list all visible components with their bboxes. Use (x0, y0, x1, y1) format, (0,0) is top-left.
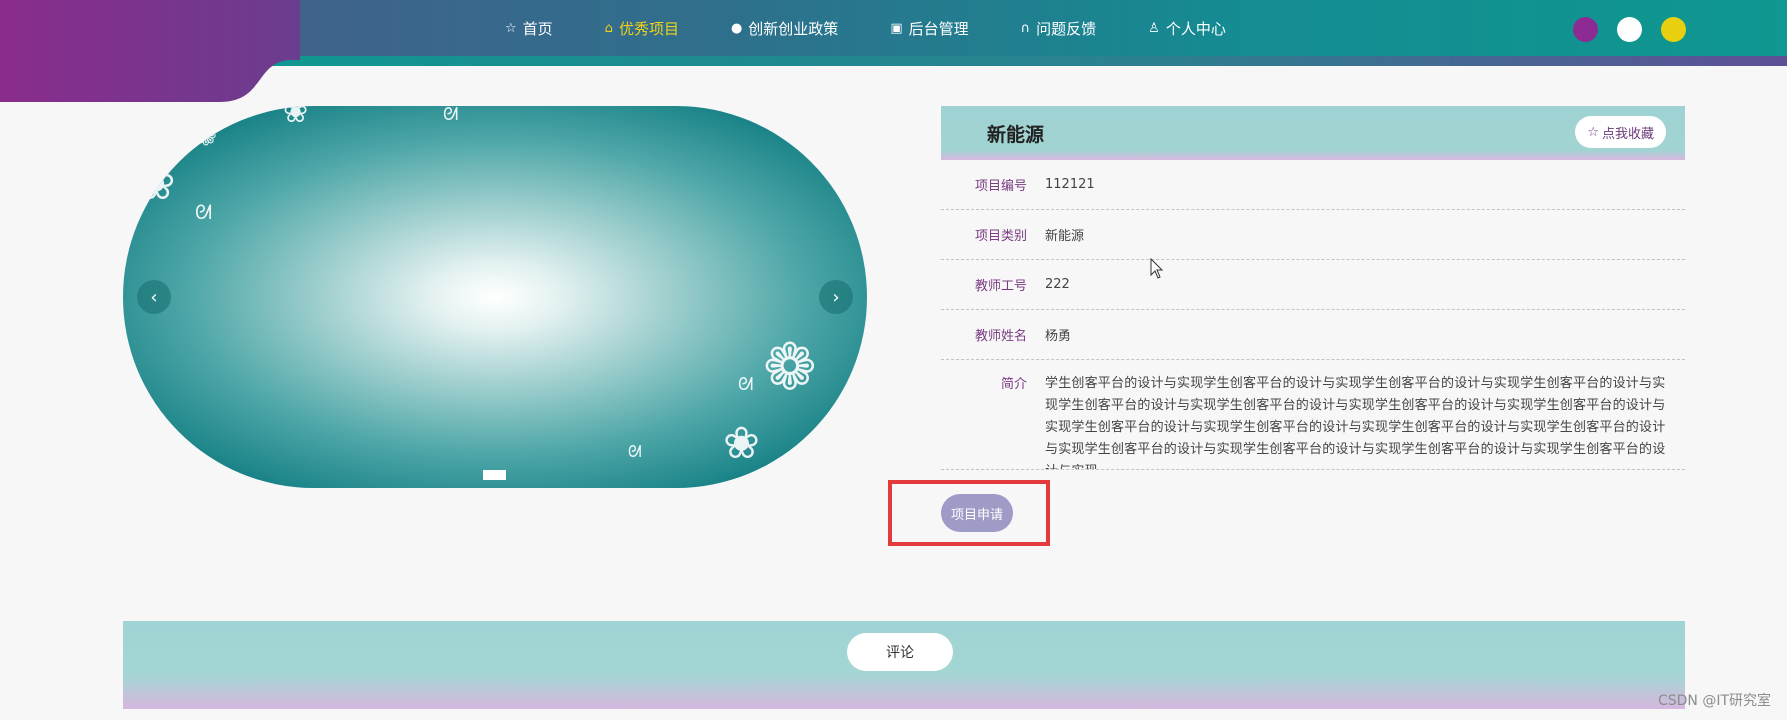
star-outline-icon: ☆ (1587, 124, 1599, 140)
field-label: 项目类别 (974, 229, 1027, 244)
intro-text: 学生创客平台的设计与实现学生创客平台的设计与实现学生创客平台的设计与实现学生创客… (1045, 376, 1666, 469)
comment-section-bar: 评论 (123, 621, 1685, 709)
headset-icon: ∩ (1020, 20, 1031, 36)
nav-item-home[interactable]: ☆ 首页 (505, 18, 553, 39)
theme-dot-white[interactable] (1617, 17, 1642, 42)
info-icon: ● (730, 20, 743, 36)
user-icon: ♙ (1148, 20, 1160, 36)
briefcase-icon: ▣ (890, 20, 903, 36)
flower-decoration-icon: ❁ (195, 122, 217, 152)
nav-item-label: 后台管理 (908, 19, 969, 38)
watermark-text: CSDN @IT研究室 (1657, 693, 1771, 709)
flower-decoration-icon: ❁ (763, 331, 817, 405)
nav-item-label: 个人中心 (1165, 19, 1226, 38)
detail-header: 新能源 ☆ 点我收藏 (941, 106, 1685, 160)
butterfly-decoration-icon: ᘛ (443, 106, 459, 125)
flower-decoration-icon: ❀ (137, 156, 176, 210)
project-image-carousel[interactable]: ❀ ❁ ❀ ᘛ ᘛ ❁ ❀ ᘛ ᘛ ‹ › (123, 106, 867, 488)
detail-row-teacher-id: 教师工号 222 (941, 260, 1685, 310)
star-icon: ☆ (505, 20, 517, 36)
nav-item-policy[interactable]: ● 创新创业政策 (731, 18, 838, 39)
field-value: 杨勇 (1045, 329, 1072, 344)
detail-row-project-no: 项目编号 112121 (941, 160, 1685, 210)
main-nav: ☆ 首页 ⌂ 优秀项目 ● 创新创业政策 ▣ 后台管理 ∩ 问题反馈 ♙ 个人中… (505, 0, 1278, 56)
apply-project-button[interactable]: 项目申请 (941, 494, 1013, 532)
butterfly-decoration-icon: ᘛ (628, 442, 642, 461)
project-title: 新能源 (987, 124, 1045, 146)
project-detail-panel: 新能源 ☆ 点我收藏 项目编号 112121 项目类别 新能源 教师工号 222… (941, 106, 1685, 470)
nav-underline-stripe (250, 56, 1787, 66)
field-label: 项目编号 (974, 179, 1027, 194)
butterfly-decoration-icon: ᘛ (738, 374, 754, 395)
favorite-button[interactable]: ☆ 点我收藏 (1575, 116, 1666, 148)
favorite-label: 点我收藏 (1601, 126, 1654, 142)
flower-decoration-icon: ❀ (723, 418, 760, 469)
nav-item-excellent-projects[interactable]: ⌂ 优秀项目 (605, 18, 679, 39)
nav-item-label: 问题反馈 (1036, 19, 1097, 38)
detail-row-intro: 简介 学生创客平台的设计与实现学生创客平台的设计与实现学生创客平台的设计与实现学… (941, 360, 1685, 470)
field-label: 教师姓名 (974, 329, 1027, 344)
field-value: 新能源 (1045, 229, 1085, 244)
nav-item-label: 优秀项目 (618, 19, 679, 38)
field-value: 112121 (1045, 177, 1095, 192)
nav-item-label: 创新创业政策 (748, 19, 839, 38)
nav-item-admin[interactable]: ▣ 后台管理 (890, 18, 968, 39)
theme-switcher (1573, 17, 1705, 42)
carousel-next-button[interactable]: › (819, 280, 853, 314)
bag-icon: ⌂ (604, 20, 613, 36)
flower-decoration-icon: ❀ (283, 106, 309, 130)
nav-item-profile[interactable]: ♙ 个人中心 (1148, 18, 1226, 39)
field-label: 教师工号 (974, 279, 1027, 294)
mouse-cursor-icon (1150, 258, 1164, 279)
comment-tab[interactable]: 评论 (847, 633, 953, 671)
detail-row-teacher-name: 教师姓名 杨勇 (941, 310, 1685, 360)
carousel-indicator[interactable] (483, 470, 506, 480)
theme-dot-yellow[interactable] (1661, 17, 1686, 42)
nav-item-label: 首页 (522, 19, 553, 38)
nav-item-feedback[interactable]: ∩ 问题反馈 (1021, 18, 1097, 39)
carousel-prev-button[interactable]: ‹ (137, 280, 171, 314)
field-label: 简介 (1000, 377, 1027, 392)
detail-row-project-category: 项目类别 新能源 (941, 210, 1685, 260)
field-value: 222 (1045, 277, 1070, 292)
theme-dot-purple[interactable] (1573, 17, 1598, 42)
butterfly-decoration-icon: ᘛ (195, 200, 213, 224)
